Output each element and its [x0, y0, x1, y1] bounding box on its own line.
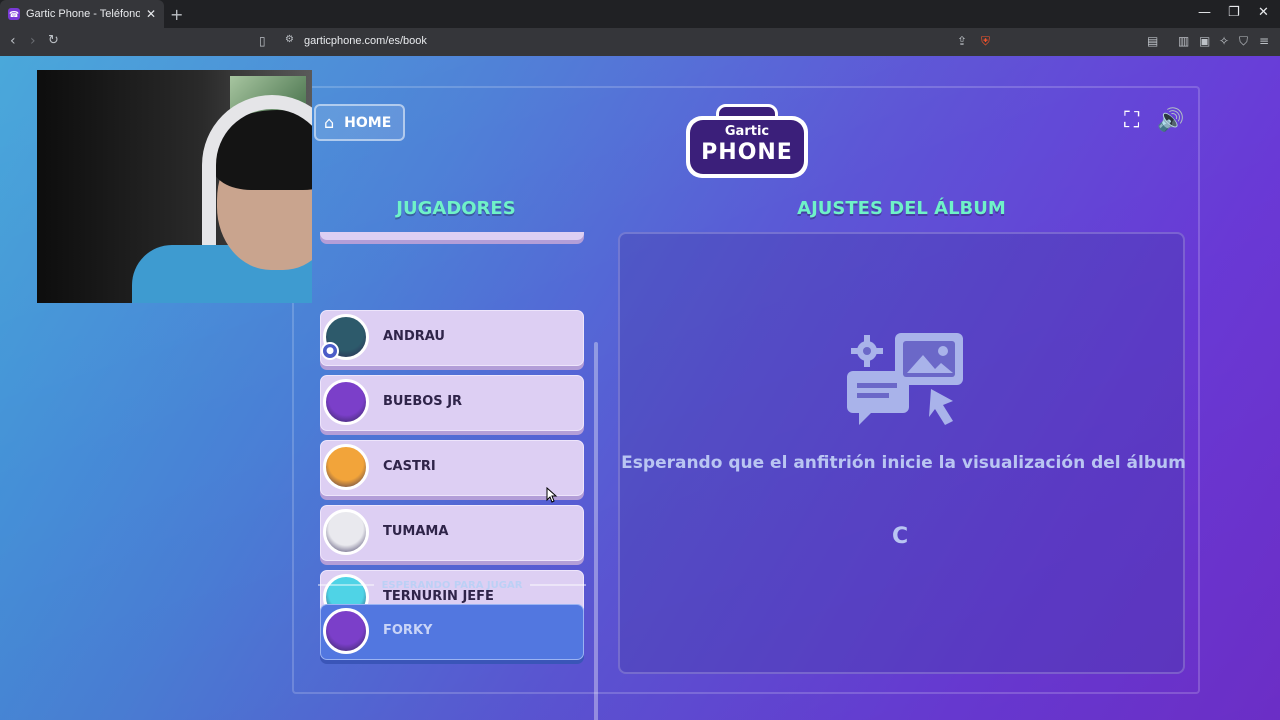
player-name: ANDRAU — [383, 329, 445, 344]
player-card[interactable]: BUEBOS JR — [320, 375, 584, 431]
forward-icon[interactable]: › — [30, 33, 36, 49]
brave-shield-icon[interactable]: ⛨ — [981, 34, 990, 49]
players-heading: JUGADORES — [396, 198, 516, 219]
browser-tab[interactable]: ☎ Gartic Phone - Teléfono Descom ✕ — [0, 0, 164, 28]
close-window-button[interactable]: ✕ — [1258, 5, 1269, 20]
waiting-message: Esperando que el anfitrión inicie la vis… — [621, 453, 1186, 473]
share-icon[interactable]: ⇪ — [957, 34, 967, 48]
vpn-icon[interactable]: ⛉ — [1239, 34, 1248, 49]
game-area: ⌂ HOME Gartic PHONE ⛶ 🔊 JUGADORES AJUSTE… — [0, 56, 1280, 720]
loading-spinner-icon: C — [892, 524, 909, 549]
player-avatar — [323, 608, 369, 654]
waiting-label: ESPERANDO PARA JUGAR — [381, 579, 523, 591]
waiting-separator: ESPERANDO PARA JUGAR — [318, 577, 587, 593]
address-bar — [0, 28, 1280, 56]
player-card[interactable]: ● ANDRAU — [320, 310, 584, 366]
sidebar-icon[interactable]: ▥ — [1178, 34, 1189, 48]
leo-icon[interactable]: ✧ — [1219, 34, 1229, 48]
tab-title: Gartic Phone - Teléfono Descom — [26, 8, 140, 20]
restore-button[interactable]: ❐ — [1228, 5, 1240, 20]
player-name: CASTRI — [383, 459, 436, 474]
players-list[interactable]: ● ANDRAU BUEBOS JR CASTRI TUMAMA TERNURIN JEF… — [312, 232, 602, 674]
url-text[interactable]: garticphone.com/es/book — [304, 35, 427, 47]
player-avatar — [323, 509, 369, 555]
album-illustration-icon — [847, 333, 963, 425]
player-card-partial — [320, 232, 584, 240]
waiting-player-card[interactable]: FORKY — [320, 604, 584, 660]
volume-icon[interactable]: 🔊 — [1157, 108, 1184, 133]
fullscreen-icon[interactable]: ⛶ — [1124, 108, 1139, 133]
player-card[interactable]: TUMAMA — [320, 505, 584, 561]
players-scrollbar[interactable] — [594, 342, 598, 720]
album-settings-heading: AJUSTES DEL ÁLBUM — [797, 198, 1006, 219]
player-name: FORKY — [383, 623, 433, 638]
reload-icon[interactable]: ↻ — [48, 33, 59, 48]
logo-text-main: PHONE — [701, 140, 793, 165]
wallet-icon[interactable]: ▣ — [1199, 34, 1210, 48]
browser-tab-bar: ☎ Gartic Phone - Teléfono Descom ✕ + — ❐… — [0, 0, 1280, 28]
reader-icon[interactable]: ▤ — [1147, 34, 1158, 48]
bookmark-icon[interactable]: ▯ — [259, 34, 266, 48]
home-icon: ⌂ — [324, 113, 335, 132]
mouse-cursor-icon — [546, 487, 558, 503]
album-settings-panel: Esperando que el anfitrión inicie la vis… — [618, 232, 1186, 674]
gartic-favicon-icon: ☎ — [8, 8, 20, 20]
player-avatar — [323, 379, 369, 425]
menu-icon[interactable]: ≡ — [1259, 34, 1269, 48]
player-card[interactable]: CASTRI — [320, 440, 584, 496]
minimize-button[interactable]: — — [1198, 5, 1211, 20]
player-name: TUMAMA — [383, 524, 449, 539]
webcam-overlay — [37, 70, 312, 303]
tab-close-icon[interactable]: ✕ — [146, 7, 156, 21]
host-badge-icon: ● — [321, 342, 339, 360]
site-info-icon[interactable]: ⚙ — [285, 34, 294, 45]
logo-text-top: Gartic — [724, 124, 770, 139]
home-label: HOME — [344, 114, 392, 131]
player-avatar — [323, 444, 369, 490]
back-icon[interactable]: ‹ — [10, 33, 16, 49]
new-tab-button[interactable]: + — [170, 5, 183, 24]
home-button[interactable]: ⌂ HOME — [314, 104, 405, 141]
player-name: BUEBOS JR — [383, 394, 463, 409]
gartic-phone-logo: Gartic PHONE — [686, 104, 808, 180]
